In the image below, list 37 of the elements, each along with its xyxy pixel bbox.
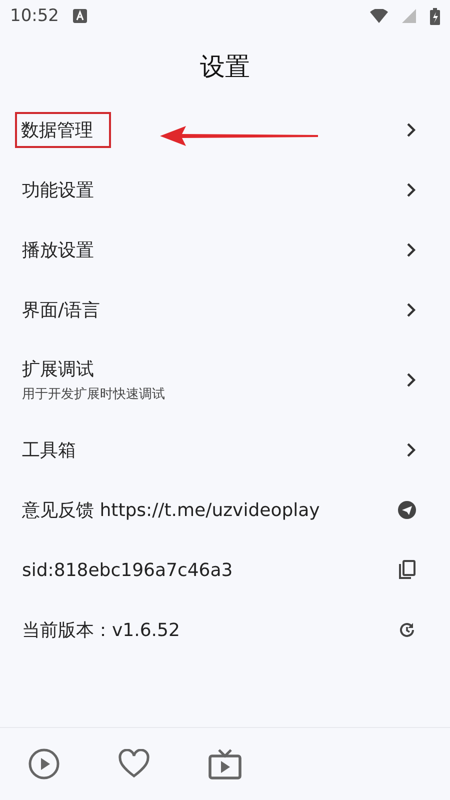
settings-row[interactable]: 扩展调试 用于开发扩展时快速调试 xyxy=(0,340,450,420)
setting-label: 播放设置 xyxy=(22,239,94,262)
heart-icon[interactable] xyxy=(118,749,150,779)
setting-label: 意见反馈 https://t.me/uzvideoplay xyxy=(22,499,320,522)
setting-label: sid:818ebc196a7c46a3 xyxy=(22,560,233,580)
settings-row[interactable]: 意见反馈 https://t.me/uzvideoplay xyxy=(0,480,450,540)
settings-row[interactable]: 功能设置 xyxy=(0,160,450,220)
setting-label: 工具箱 xyxy=(22,439,76,462)
chevron-icon xyxy=(406,373,416,387)
setting-label: 功能设置 xyxy=(22,179,94,202)
chevron-icon xyxy=(406,303,416,317)
play-icon[interactable] xyxy=(28,748,60,780)
setting-description: 用于开发扩展时快速调试 xyxy=(22,386,165,403)
send-icon xyxy=(398,501,416,519)
settings-row[interactable]: 播放设置 xyxy=(0,220,450,280)
setting-label: 当前版本：v1.6.52 xyxy=(22,619,180,642)
battery-icon xyxy=(430,8,440,24)
notification-icon xyxy=(73,9,87,23)
chevron-icon xyxy=(406,183,416,197)
status-time: 10:52 xyxy=(10,6,59,26)
settings-row[interactable]: 工具箱 xyxy=(0,420,450,480)
chevron-icon xyxy=(406,443,416,457)
tv-icon[interactable] xyxy=(208,748,242,780)
settings-row[interactable]: 当前版本：v1.6.52 xyxy=(0,600,450,660)
setting-label: 数据管理 xyxy=(21,120,93,141)
copy-icon xyxy=(398,560,416,580)
chevron-icon xyxy=(406,123,416,137)
chevron-icon xyxy=(406,243,416,257)
signal-icon xyxy=(402,9,416,23)
setting-label: 界面/语言 xyxy=(22,299,100,322)
settings-row[interactable]: 数据管理 xyxy=(0,100,450,160)
wifi-icon xyxy=(370,9,388,23)
page-title: 设置 xyxy=(199,50,251,82)
settings-row[interactable]: sid:818ebc196a7c46a3 xyxy=(0,540,450,600)
update-icon xyxy=(398,621,416,639)
setting-label: 扩展调试 xyxy=(22,358,94,381)
settings-row[interactable]: 界面/语言 xyxy=(0,280,450,340)
